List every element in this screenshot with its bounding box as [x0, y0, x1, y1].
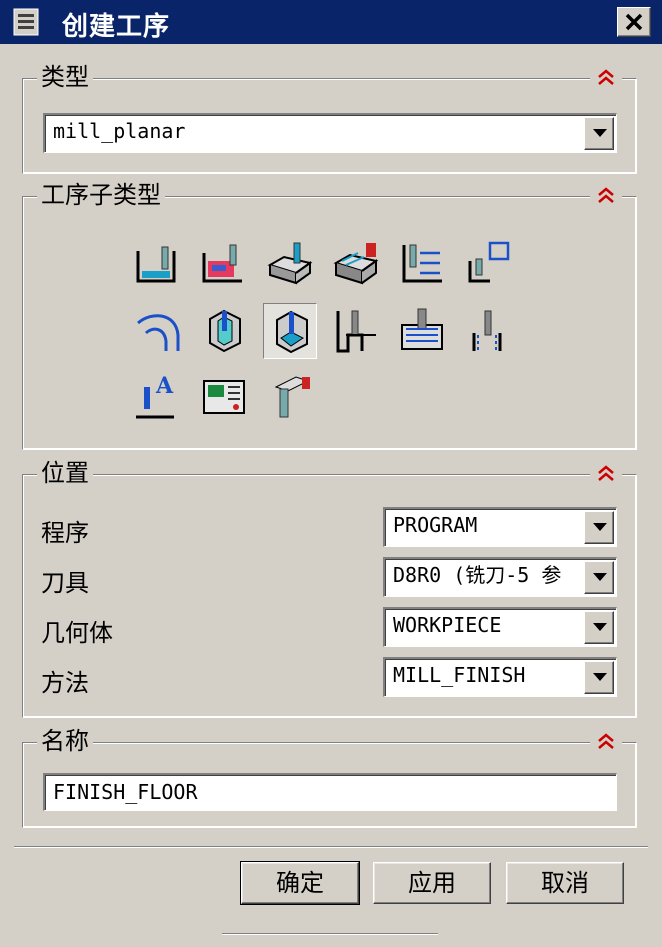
type-group: 类型 mill_planar [22, 62, 637, 174]
cavity-trace-icon[interactable] [131, 303, 185, 359]
subtype-group-title: 工序子类型 [37, 180, 165, 210]
method-label: 方法 [41, 669, 89, 697]
geometry-dropdown-button[interactable] [584, 611, 614, 644]
collapse-location-icon[interactable] [590, 463, 622, 485]
tool-dropdown-button[interactable] [584, 561, 614, 594]
collapse-type-icon[interactable] [590, 67, 622, 89]
cancel-button[interactable]: 取消 [506, 862, 624, 904]
apply-button[interactable]: 应用 [373, 862, 491, 904]
method-value: MILL_FINISH [393, 663, 526, 687]
tool-label: 刀具 [41, 569, 89, 597]
geometry-select[interactable]: WORKPIECE [383, 607, 617, 647]
hole-milling-icon[interactable] [395, 303, 449, 359]
button-separator [14, 846, 648, 848]
location-group: 位置 程序 PROGRAM 刀具 D8R0 (铣刀-5 参 几何体 WORKPI… [22, 458, 637, 718]
program-select[interactable]: PROGRAM [383, 507, 617, 547]
type-dropdown-button[interactable] [584, 117, 614, 150]
dialog-menu-icon[interactable] [12, 8, 42, 36]
type-group-title: 类型 [37, 62, 93, 92]
close-icon [625, 13, 643, 31]
name-input[interactable]: FINISH_FLOOR [43, 773, 617, 811]
program-value: PROGRAM [393, 513, 478, 537]
thread-milling-icon[interactable] [461, 303, 515, 359]
type-select[interactable]: mill_planar [43, 113, 617, 153]
floor-wall-ipw-icon[interactable] [197, 237, 251, 293]
name-value: FINISH_FLOOR [53, 780, 198, 804]
finish-floor-icon[interactable] [263, 303, 317, 359]
type-select-value: mill_planar [53, 119, 186, 143]
floor-wall-icon[interactable] [131, 237, 185, 293]
method-dropdown-button[interactable] [584, 661, 614, 694]
planar-profile-icon[interactable] [395, 237, 449, 293]
geometry-label: 几何体 [41, 619, 113, 647]
svg-text:A: A [155, 373, 174, 399]
name-group-title: 名称 [37, 726, 93, 756]
fin-wall-icon[interactable] [197, 303, 251, 359]
planar-mill-icon[interactable] [461, 237, 515, 293]
program-dropdown-button[interactable] [584, 511, 614, 544]
groove-milling-icon[interactable] [329, 303, 383, 359]
window-title: 创建工序 [62, 12, 171, 42]
mill-user-icon[interactable] [263, 369, 317, 425]
location-group-title: 位置 [37, 458, 93, 488]
resize-grip[interactable] [222, 933, 438, 935]
close-button[interactable] [617, 7, 651, 37]
tool-value: D8R0 (铣刀-5 参 [393, 563, 562, 587]
create-operation-dialog: 创建工序 类型 mill_planar 工序子类型 A 位置 程序 PROGRA… [0, 0, 662, 947]
collapse-subtype-icon[interactable] [590, 185, 622, 207]
tool-select[interactable]: D8R0 (铣刀-5 参 [383, 557, 617, 597]
title-bar[interactable]: 创建工序 [0, 0, 662, 44]
face-milling-icon[interactable] [263, 237, 317, 293]
name-group: 名称 FINISH_FLOOR [22, 726, 637, 828]
ok-button[interactable]: 确定 [240, 861, 360, 905]
program-label: 程序 [41, 519, 89, 547]
geometry-value: WORKPIECE [393, 613, 502, 637]
collapse-name-icon[interactable] [590, 731, 622, 753]
face-milling-manual-icon[interactable] [329, 237, 383, 293]
planar-text-icon[interactable]: A [131, 369, 185, 425]
subtype-group: 工序子类型 A [22, 180, 637, 450]
method-select[interactable]: MILL_FINISH [383, 657, 617, 697]
mill-control-icon[interactable] [197, 369, 251, 425]
